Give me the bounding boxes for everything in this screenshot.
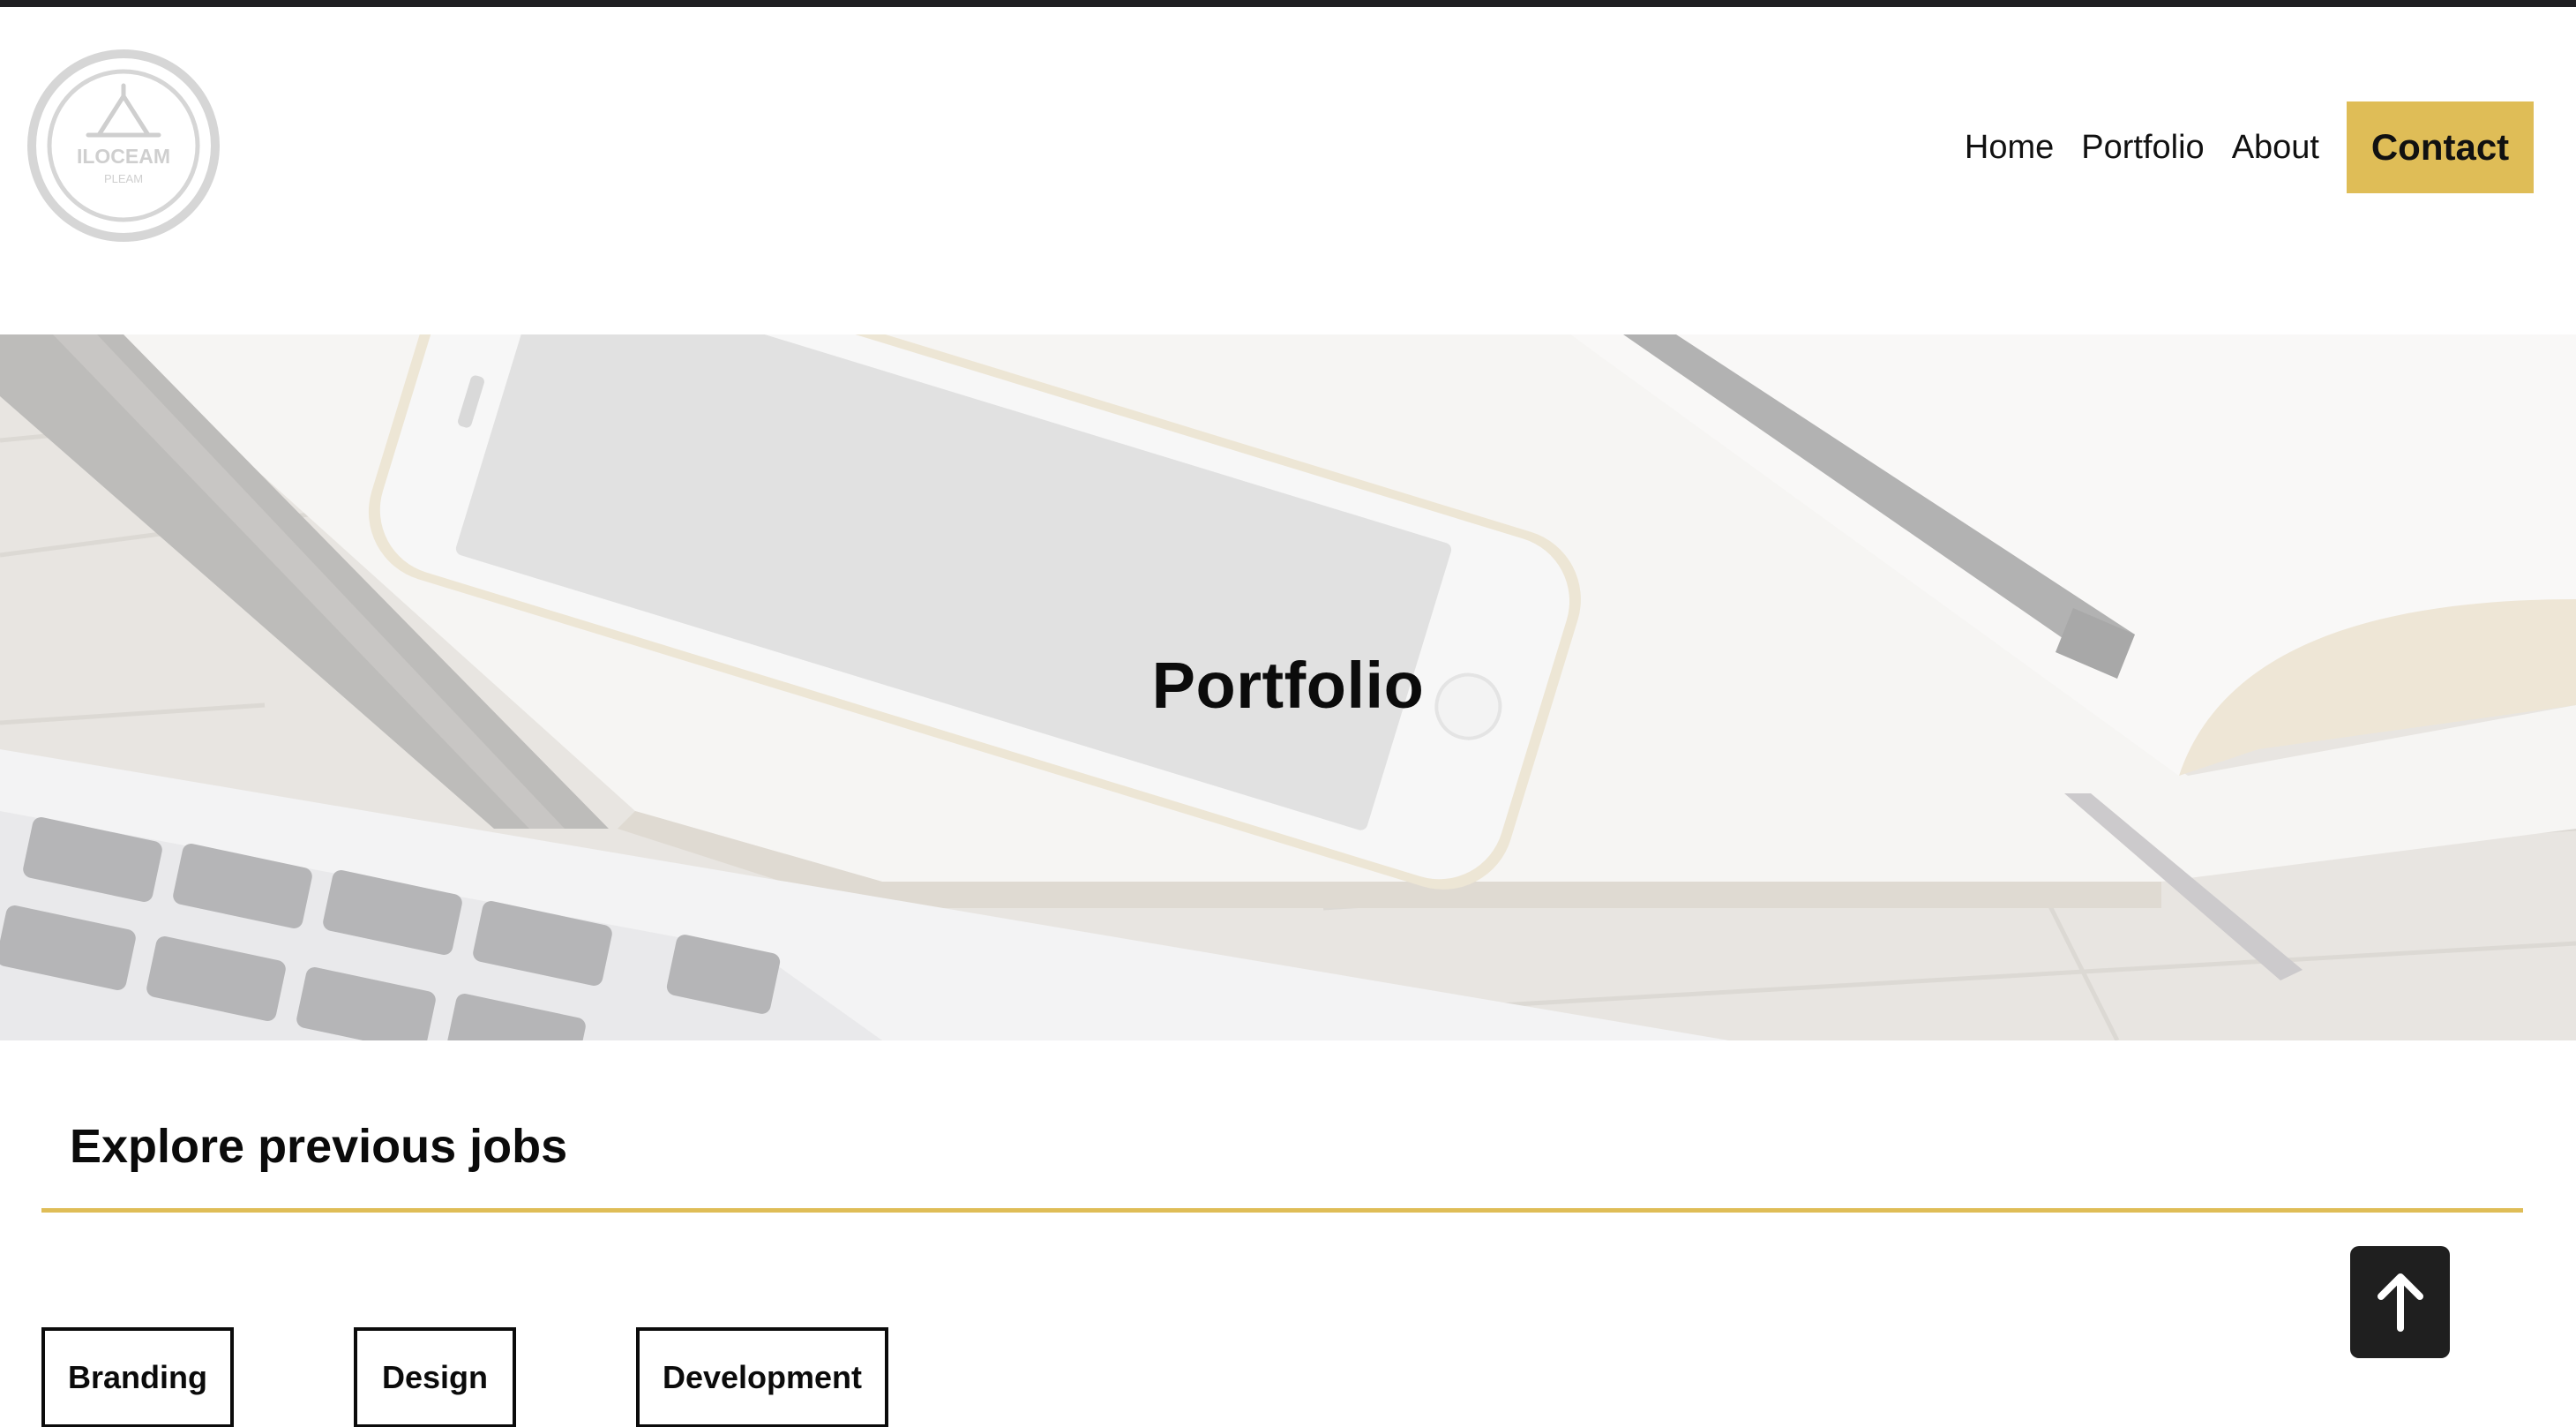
nav-home-link[interactable]: Home <box>1965 129 2054 167</box>
nav-portfolio-link[interactable]: Portfolio <box>2081 129 2204 167</box>
filter-branding-button[interactable]: Branding <box>41 1327 234 1427</box>
filter-design-button[interactable]: Design <box>354 1327 516 1427</box>
section-divider <box>41 1208 2523 1213</box>
logo-text: ILOCEAM <box>77 145 170 168</box>
back-to-top-button[interactable] <box>2350 1246 2450 1358</box>
nav-about-link[interactable]: About <box>2232 129 2319 167</box>
logo-emblem-icon: ILOCEAM PLEAM <box>27 49 220 242</box>
nav-contact-button[interactable]: Contact <box>2347 101 2534 193</box>
top-border <box>0 0 2576 7</box>
filter-development-button[interactable]: Development <box>636 1327 888 1427</box>
arrow-up-icon <box>2377 1273 2423 1332</box>
logo-subtext: PLEAM <box>104 172 143 185</box>
section-title: Explore previous jobs <box>70 1120 568 1173</box>
hero-banner: Portfolio <box>0 334 2576 1040</box>
main-nav: Home Portfolio About Contact <box>1965 101 2534 193</box>
page: ILOCEAM PLEAM Home Portfolio About Conta… <box>0 0 2576 1427</box>
site-logo[interactable]: ILOCEAM PLEAM <box>26 49 221 243</box>
hero-title: Portfolio <box>1151 649 1425 722</box>
